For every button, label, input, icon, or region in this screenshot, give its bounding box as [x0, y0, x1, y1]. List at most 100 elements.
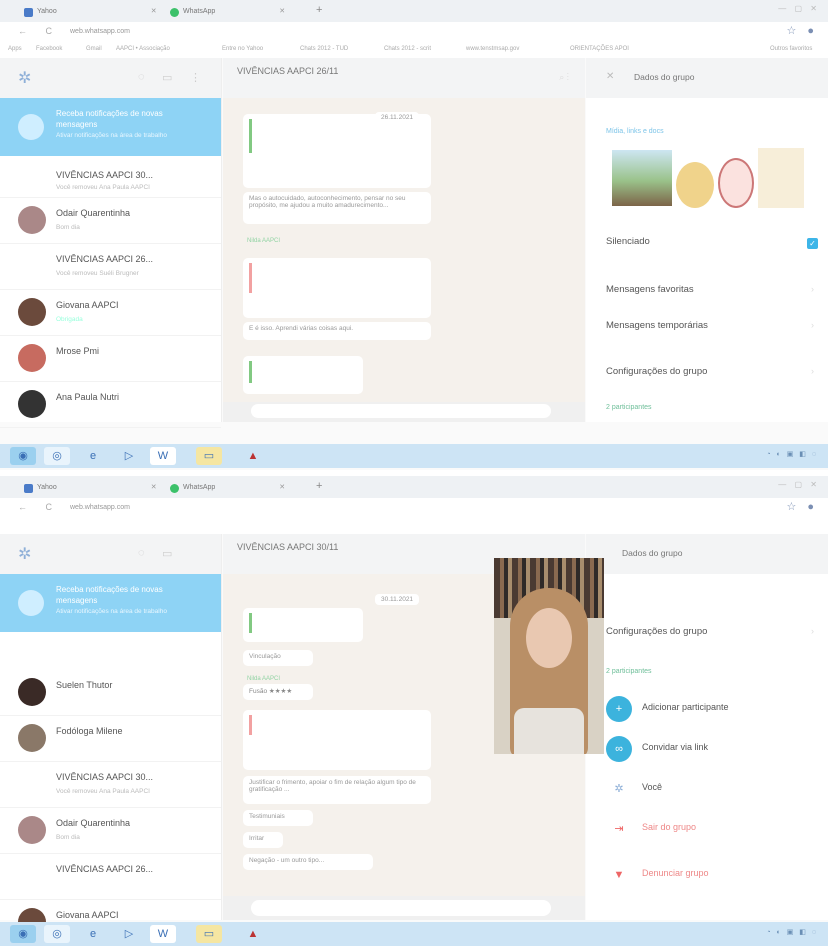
bookmark[interactable]: AAPCI • Associação [116, 46, 170, 52]
notification-banner[interactable]: Receba notificações de novas mensagens A… [0, 98, 221, 156]
profile-icon[interactable]: ☆ ● [786, 500, 818, 513]
bookmark[interactable]: ORIENTAÇÕES APOI [570, 46, 629, 52]
bookmark[interactable]: Entre no Yahoo [222, 46, 263, 52]
yahoo-icon [24, 483, 33, 493]
media-thumbnail[interactable] [676, 162, 714, 208]
avatar[interactable]: ✲ [18, 68, 31, 88]
chat-list-item[interactable]: Suelen Thutor [0, 670, 221, 716]
chat-list-item[interactable]: VIVÊNCIAS AAPCI 26... [0, 854, 221, 900]
url-field[interactable]: web.whatsapp.com [70, 504, 130, 511]
new-tab-button[interactable]: + [316, 4, 322, 16]
folder-icon[interactable]: ▭ [196, 447, 222, 465]
chrome-icon[interactable]: ◎ [44, 447, 70, 465]
bookmark[interactable]: Facebook [36, 46, 62, 52]
bookmark[interactable]: Chats 2012 - TUD [300, 46, 348, 52]
nav-buttons[interactable]: ← C [18, 26, 60, 36]
participant-row[interactable]: ✲ Você [586, 772, 828, 806]
new-chat-icon[interactable]: ▭ [162, 71, 172, 84]
chat-list-item[interactable]: Ana Paula Nutri [0, 382, 221, 428]
quoted-message [249, 119, 425, 153]
starred-messages-row[interactable]: Mensagens favoritas › [586, 284, 828, 295]
start-button[interactable]: ◉ [10, 447, 36, 465]
start-button[interactable]: ◉ [10, 925, 36, 943]
status-icon[interactable]: ◌ [138, 547, 145, 559]
profile-icon[interactable]: ☆ ● [786, 24, 818, 37]
close-icon[interactable]: ✕ [151, 481, 157, 495]
close-icon[interactable]: ✕ [606, 71, 614, 82]
word-icon[interactable]: W [150, 447, 176, 465]
temporary-messages-row[interactable]: Mensagens temporárias › [586, 320, 828, 331]
message-input[interactable] [251, 404, 551, 418]
folder-icon[interactable]: ▭ [196, 925, 222, 943]
address-bar[interactable]: ← C web.whatsapp.com ☆ ● [0, 498, 828, 518]
checkbox[interactable]: ✓ [807, 238, 818, 249]
acrobat-icon[interactable]: ▲ [240, 925, 266, 943]
conversation-header[interactable]: VIVÊNCIAS AAPCI 26/11 ⌕ ⋮ [223, 58, 585, 98]
window-controls[interactable]: — ▢ ✕ [778, 4, 820, 13]
close-icon[interactable]: ✕ [151, 5, 157, 19]
chat-list-item[interactable]: Odair Quarentinha Bom dia [0, 808, 221, 854]
chat-list-item[interactable]: Mrose Pmi [0, 336, 221, 382]
message-input[interactable] [251, 900, 551, 916]
video-call-overlay[interactable] [494, 558, 604, 754]
message-composer [223, 402, 585, 422]
invite-link-button[interactable]: ∞ Convidar via link [586, 732, 828, 766]
ie-icon[interactable]: e [80, 925, 106, 943]
window-controls[interactable]: — ▢ ✕ [778, 480, 820, 489]
chat-list-item[interactable]: VIVÊNCIAS AAPCI 26... Você removeu Suéli… [0, 244, 221, 290]
group-settings-row[interactable]: Configurações do grupo › [586, 626, 828, 637]
media-player-icon[interactable]: ▷ [116, 925, 142, 943]
chrome-icon[interactable]: ◎ [44, 925, 70, 943]
media-links-docs[interactable]: Mídia, links e docs [586, 128, 828, 135]
add-participant-button[interactable]: + Adicionar participante [586, 692, 828, 726]
tab-whatsapp[interactable]: WhatsApp ✕ [170, 5, 285, 19]
close-icon[interactable]: ✕ [279, 481, 285, 495]
close-icon[interactable]: ✕ [279, 5, 285, 19]
chat-list-item[interactable]: Fodóloga Milene [0, 716, 221, 762]
avatar[interactable]: ✲ [18, 544, 31, 564]
media-thumbnail[interactable] [758, 148, 804, 208]
chat-list-item[interactable]: Odair Quarentinha Bom dia [0, 198, 221, 244]
message-bubble [243, 114, 431, 188]
bookmark[interactable]: Gmail [86, 46, 102, 52]
ie-icon[interactable]: e [80, 447, 106, 465]
media-player-icon[interactable]: ▷ [116, 447, 142, 465]
search-icon[interactable]: ⌕ ⋮ [559, 72, 569, 83]
thumbs-down-icon: ▼ [606, 862, 632, 888]
screenshot-2: Yahoo ✕ WhatsApp ✕ + — ▢ ✕ ← C web.whatsap… [0, 476, 828, 946]
url-field[interactable]: web.whatsapp.com [70, 28, 130, 35]
system-tray[interactable]: ◔ ◐ ▣ ◧ ◌ [766, 450, 818, 458]
acrobat-icon[interactable]: ▲ [240, 447, 266, 465]
status-icon[interactable]: ◌ [138, 71, 145, 83]
media-thumbnail[interactable] [718, 158, 754, 208]
chevron-right-icon: › [811, 284, 814, 294]
tab-yahoo[interactable]: Yahoo ✕ [24, 5, 157, 19]
report-group-button[interactable]: ▼ Denunciar grupo [586, 858, 828, 892]
word-icon[interactable]: W [150, 925, 176, 943]
exit-group-button[interactable]: ⇥ Sair do grupo [586, 812, 828, 846]
group-media-thumbnails[interactable] [612, 148, 808, 216]
system-tray[interactable]: ◔ ◐ ▣ ◧ ◌ [766, 928, 818, 936]
new-chat-icon[interactable]: ▭ [162, 547, 172, 560]
new-tab-button[interactable]: + [316, 480, 322, 492]
panel-header: ✕ Dados do grupo [586, 58, 828, 98]
tab-yahoo[interactable]: Yahoo ✕ [24, 481, 157, 495]
chat-list-item[interactable]: VIVÊNCIAS AAPCI 30... Você removeu Ana P… [0, 168, 221, 198]
chevron-right-icon: › [811, 320, 814, 330]
nav-buttons[interactable]: ← C [18, 502, 60, 512]
bookmark[interactable]: www.tenstmsap.gov [466, 46, 519, 52]
group-settings-row[interactable]: Configurações do grupo › [586, 366, 828, 377]
media-thumbnail[interactable] [612, 150, 672, 206]
muted-row[interactable]: Silenciado ✓ [586, 236, 828, 249]
tab-whatsapp[interactable]: WhatsApp ✕ [170, 481, 285, 495]
chat-list-item[interactable]: Giovana AAPCI Obrigada [0, 290, 221, 336]
address-bar[interactable]: ← C web.whatsapp.com ☆ ● [0, 22, 828, 42]
notification-banner[interactable]: Receba notificações de novas mensagens A… [0, 574, 221, 632]
bookmark[interactable]: Chats 2012 - scrit [384, 46, 431, 52]
panel-header: Dados do grupo [586, 534, 828, 574]
chat-list-item[interactable]: VIVÊNCIAS AAPCI 30... Você removeu Ana P… [0, 762, 221, 808]
bookmark[interactable]: Apps [8, 46, 22, 52]
menu-icon[interactable]: ⋮ [190, 71, 201, 84]
screenshot-1: Yahoo ✕ WhatsApp ✕ + — ▢ ✕ ← C web.whatsap… [0, 0, 828, 470]
bookmark[interactable]: Outros favoritos [770, 46, 812, 52]
